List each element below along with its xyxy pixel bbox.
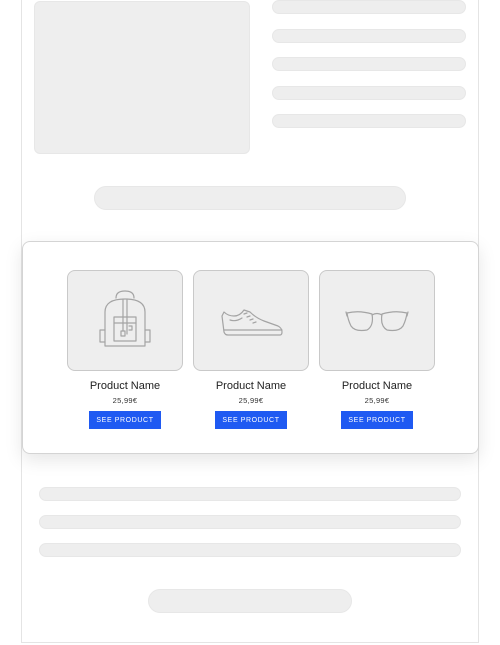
email-template-preview: Product Name 25,99€ SEE PRODUCT Product …: [0, 0, 500, 645]
product-price: 25,99€: [238, 396, 264, 405]
text-line-placeholder: [272, 29, 466, 43]
glasses-icon: [345, 310, 409, 331]
product-price: 25,99€: [364, 396, 390, 405]
product-item: Product Name 25,99€ SEE PRODUCT: [319, 270, 435, 429]
see-product-button[interactable]: SEE PRODUCT: [89, 411, 161, 429]
button-placeholder: [148, 589, 352, 613]
product-thumbnail[interactable]: [319, 270, 435, 371]
product-item: Product Name 25,99€ SEE PRODUCT: [193, 270, 309, 429]
hero-image-placeholder: [34, 1, 250, 154]
backpack-icon: [99, 289, 151, 347]
product-card: Product Name 25,99€ SEE PRODUCT Product …: [22, 241, 479, 454]
product-name: Product Name: [89, 380, 161, 392]
see-product-button[interactable]: SEE PRODUCT: [341, 411, 413, 429]
text-line-placeholder: [272, 57, 466, 71]
text-line-placeholder: [39, 487, 461, 501]
product-name: Product Name: [341, 380, 413, 392]
text-line-placeholder: [272, 0, 466, 14]
product-price: 25,99€: [112, 396, 138, 405]
text-line-placeholder: [272, 114, 466, 128]
product-thumbnail[interactable]: [67, 270, 183, 371]
sneaker-icon: [221, 308, 283, 336]
text-line-placeholder: [272, 86, 466, 100]
product-item: Product Name 25,99€ SEE PRODUCT: [67, 270, 183, 429]
text-line-placeholder: [39, 543, 461, 557]
text-line-placeholder: [39, 515, 461, 529]
product-name: Product Name: [215, 380, 287, 392]
see-product-button[interactable]: SEE PRODUCT: [215, 411, 287, 429]
product-thumbnail[interactable]: [193, 270, 309, 371]
button-placeholder: [94, 186, 406, 210]
